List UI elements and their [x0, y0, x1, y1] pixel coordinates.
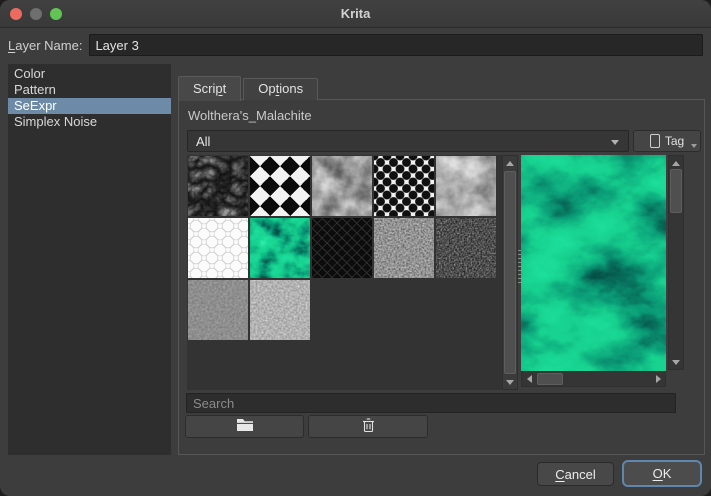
tab-options[interactable]: Options [243, 78, 318, 100]
layer-name-label: Layer Name: [8, 38, 82, 53]
pattern-thumb-halftone-dots[interactable] [374, 156, 434, 216]
trash-icon [362, 418, 375, 436]
chevron-down-icon [611, 140, 619, 145]
search-input[interactable] [186, 393, 676, 413]
generator-type-list: ColorPatternSeExprSimplex Noise [8, 64, 171, 455]
import-resource-button[interactable] [185, 415, 304, 438]
pattern-thumb-bw-triangles[interactable] [250, 156, 310, 216]
scroll-down-icon[interactable] [503, 375, 517, 389]
cancel-button[interactable]: Cancel [537, 462, 614, 486]
folder-icon [236, 418, 254, 435]
chevron-down-icon [691, 144, 697, 148]
bookmark-icon [650, 134, 660, 148]
pattern-thumb-dark-marble[interactable] [188, 156, 248, 216]
tag-filter-combobox[interactable]: All [187, 130, 629, 152]
tab-bar: ScriptOptions [178, 76, 320, 100]
layer-name-row: Layer Name: [8, 33, 703, 57]
generator-item-pattern[interactable]: Pattern [8, 82, 171, 98]
tab-script[interactable]: Script [178, 76, 241, 101]
generator-item-color[interactable]: Color [8, 66, 171, 82]
pattern-thumb-dark-speckle[interactable] [436, 218, 496, 278]
tag-button-label: Tag [665, 134, 684, 148]
pattern-thumb-white-rings[interactable] [188, 218, 248, 278]
scrollbar-thumb[interactable] [670, 169, 682, 213]
scroll-up-icon[interactable] [669, 156, 683, 170]
pattern-thumb-light-dither[interactable] [250, 280, 310, 340]
script-tab-panel: Wolthera's_Malachite All Tag [178, 99, 705, 455]
scroll-up-icon[interactable] [503, 156, 517, 170]
scrollbar-thumb[interactable] [504, 171, 516, 374]
scroll-right-icon[interactable] [651, 372, 665, 386]
grid-vertical-scrollbar[interactable] [502, 155, 518, 390]
pattern-thumb-malachite[interactable] [250, 218, 310, 278]
krita-dialog-window: Krita Layer Name: ColorPatternSeExprSimp… [0, 0, 711, 496]
pattern-thumb-light-clouds[interactable] [436, 156, 496, 216]
preview-vertical-scrollbar[interactable] [668, 155, 684, 370]
pattern-thumb-gray-speckle[interactable] [374, 218, 434, 278]
malachite-preview-image[interactable] [521, 155, 666, 377]
ok-button[interactable]: OK [622, 460, 702, 487]
titlebar[interactable]: Krita [0, 0, 711, 28]
layer-name-input[interactable] [89, 34, 703, 56]
pattern-thumb-dark-maze[interactable] [312, 218, 372, 278]
generator-item-seexpr[interactable]: SeExpr [8, 98, 171, 114]
tag-filter-value: All [196, 134, 210, 149]
delete-resource-button[interactable] [308, 415, 428, 438]
tag-button[interactable]: Tag [633, 130, 701, 152]
pattern-thumb-gray-clouds[interactable] [312, 156, 372, 216]
pattern-thumbnail-grid [187, 155, 502, 390]
pattern-thumb-fine-weave[interactable] [188, 280, 248, 340]
resource-name-label: Wolthera's_Malachite [188, 108, 312, 123]
scrollbar-thumb[interactable] [537, 373, 563, 385]
preview-horizontal-scrollbar[interactable] [521, 371, 666, 387]
scroll-left-icon[interactable] [522, 372, 536, 386]
scroll-down-icon[interactable] [669, 355, 683, 369]
window-title: Krita [0, 0, 711, 27]
generator-item-simplex-noise[interactable]: Simplex Noise [8, 114, 171, 130]
